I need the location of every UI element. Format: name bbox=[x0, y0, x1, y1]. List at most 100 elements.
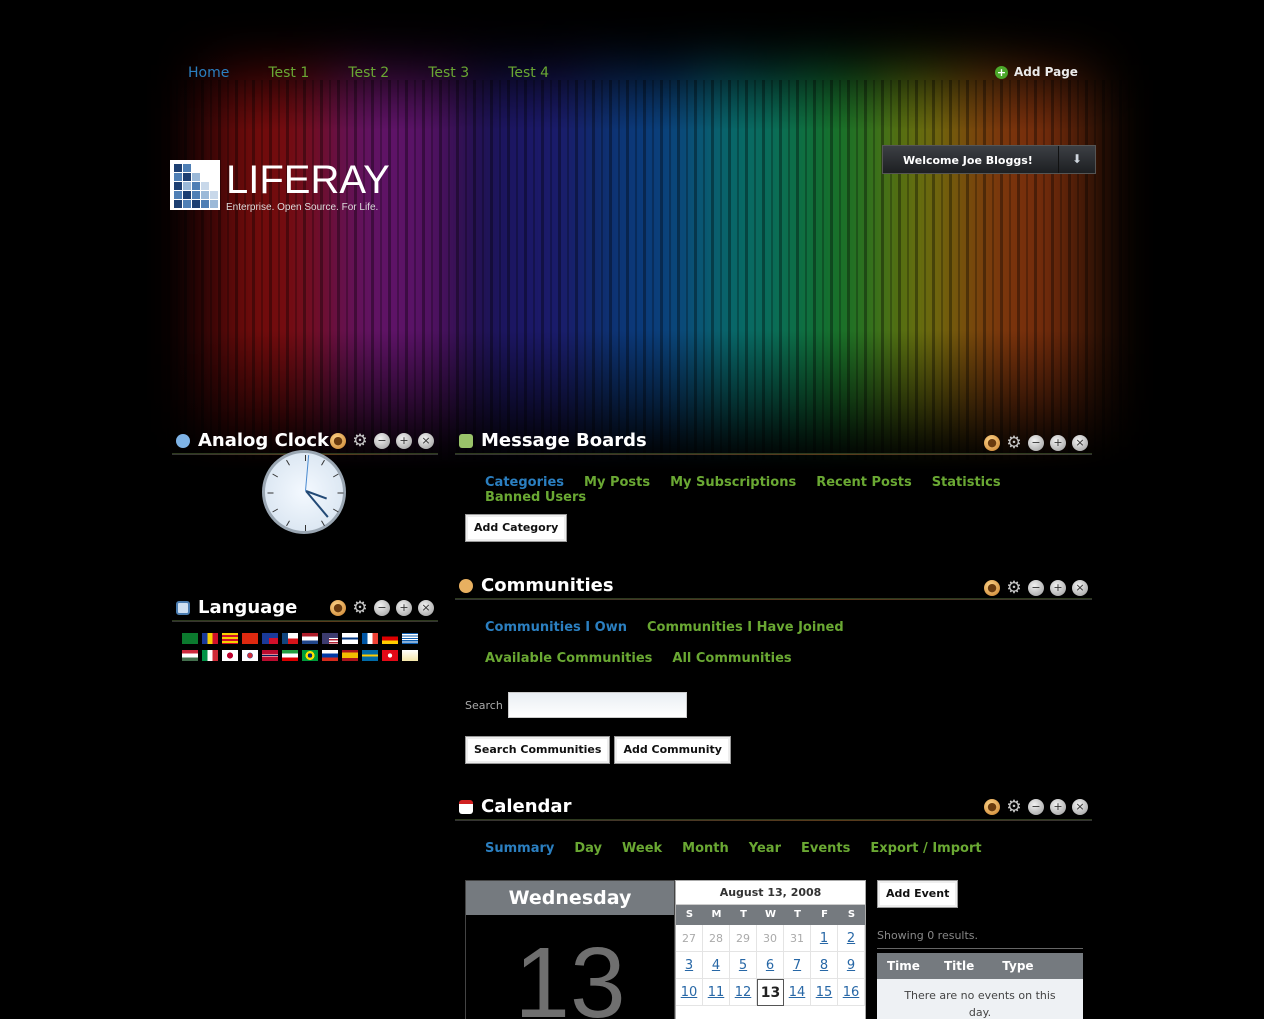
maximize-icon[interactable]: + bbox=[1050, 435, 1066, 451]
tab-month[interactable]: Month bbox=[682, 841, 729, 856]
calendar-day[interactable]: 2 bbox=[838, 925, 865, 952]
calendar-day[interactable]: 6 bbox=[757, 952, 784, 979]
close-icon[interactable]: × bbox=[1072, 799, 1088, 815]
nav-test-4[interactable]: Test 4 bbox=[508, 65, 549, 81]
calendar-day-today[interactable]: 13 bbox=[757, 979, 784, 1006]
tab-events[interactable]: Events bbox=[801, 841, 850, 856]
calendar-day[interactable]: 8 bbox=[811, 952, 838, 979]
flag-icon[interactable] bbox=[282, 633, 298, 644]
tab-my-posts[interactable]: My Posts bbox=[584, 475, 650, 490]
flag-icon[interactable] bbox=[182, 650, 198, 661]
minimize-icon[interactable]: − bbox=[374, 600, 390, 616]
tab-communities-i-own[interactable]: Communities I Own bbox=[485, 620, 627, 635]
flag-icon[interactable] bbox=[302, 650, 318, 661]
flag-icon[interactable] bbox=[362, 650, 378, 661]
tab-statistics[interactable]: Statistics bbox=[932, 475, 1001, 490]
flag-icon[interactable] bbox=[282, 650, 298, 661]
calendar-day[interactable]: 11 bbox=[703, 979, 730, 1006]
flag-icon[interactable] bbox=[262, 633, 278, 644]
welcome-dock[interactable]: Welcome Joe Bloggs! ⬇ bbox=[882, 145, 1096, 174]
add-page-button[interactable]: + Add Page bbox=[995, 65, 1078, 79]
flag-icon[interactable] bbox=[322, 633, 338, 644]
calendar-day[interactable]: 4 bbox=[703, 952, 730, 979]
look-and-feel-icon[interactable]: ● bbox=[984, 435, 1000, 451]
minimize-icon[interactable]: − bbox=[1028, 435, 1044, 451]
tab-categories[interactable]: Categories bbox=[485, 475, 564, 490]
configuration-gear-icon[interactable]: ⚙ bbox=[352, 433, 368, 450]
add-community-button[interactable]: Add Community bbox=[614, 736, 731, 764]
tab-day[interactable]: Day bbox=[574, 841, 602, 856]
configuration-gear-icon[interactable]: ⚙ bbox=[1006, 580, 1022, 597]
configuration-gear-icon[interactable]: ⚙ bbox=[1006, 435, 1022, 452]
calendar-day[interactable]: 5 bbox=[730, 952, 757, 979]
minimize-icon[interactable]: − bbox=[1028, 580, 1044, 596]
look-and-feel-icon[interactable]: ● bbox=[330, 600, 346, 616]
flag-icon[interactable] bbox=[342, 650, 358, 661]
look-and-feel-icon[interactable]: ● bbox=[984, 799, 1000, 815]
search-communities-button[interactable]: Search Communities bbox=[465, 736, 611, 764]
calendar-day[interactable]: 16 bbox=[838, 979, 865, 1006]
tab-recent-posts[interactable]: Recent Posts bbox=[816, 475, 912, 490]
calendar-day[interactable]: 3 bbox=[676, 952, 703, 979]
add-category-button[interactable]: Add Category bbox=[465, 514, 568, 542]
flag-icon[interactable] bbox=[222, 650, 238, 661]
tab-communities-i-have-joined[interactable]: Communities I Have Joined bbox=[647, 620, 844, 635]
calendar-day[interactable]: 12 bbox=[730, 979, 757, 1006]
flag-icon[interactable] bbox=[302, 633, 318, 644]
flag-icon[interactable] bbox=[382, 650, 398, 661]
look-and-feel-icon[interactable]: ● bbox=[330, 433, 346, 449]
tab-week[interactable]: Week bbox=[622, 841, 662, 856]
close-icon[interactable]: × bbox=[418, 433, 434, 449]
look-and-feel-icon[interactable]: ● bbox=[984, 580, 1000, 596]
nav-test-2[interactable]: Test 2 bbox=[348, 65, 389, 81]
calendar-day[interactable]: 14 bbox=[784, 979, 811, 1006]
close-icon[interactable]: × bbox=[418, 600, 434, 616]
nav-home[interactable]: Home bbox=[188, 65, 229, 81]
search-input[interactable] bbox=[507, 692, 687, 718]
maximize-icon[interactable]: + bbox=[1050, 799, 1066, 815]
flag-icon[interactable] bbox=[242, 650, 258, 661]
maximize-icon[interactable]: + bbox=[396, 600, 412, 616]
calendar-day[interactable]: 10 bbox=[676, 979, 703, 1006]
tab-all-communities[interactable]: All Communities bbox=[672, 651, 791, 666]
flag-icon[interactable] bbox=[362, 633, 378, 644]
flag-icon[interactable] bbox=[202, 650, 218, 661]
tab-year[interactable]: Year bbox=[749, 841, 781, 856]
flag-icon[interactable] bbox=[342, 633, 358, 644]
calendar-day[interactable]: 1 bbox=[811, 925, 838, 952]
tab-available-communities[interactable]: Available Communities bbox=[485, 651, 652, 666]
flag-icon[interactable] bbox=[222, 633, 238, 644]
column-type[interactable]: Type bbox=[974, 953, 1033, 979]
flag-icon[interactable] bbox=[262, 650, 278, 661]
language-icon bbox=[176, 600, 190, 615]
calendar-day[interactable]: 7 bbox=[784, 952, 811, 979]
maximize-icon[interactable]: + bbox=[396, 433, 412, 449]
add-event-button[interactable]: Add Event bbox=[877, 880, 959, 908]
tab-summary[interactable]: Summary bbox=[485, 841, 554, 856]
flag-icon[interactable] bbox=[182, 633, 198, 644]
flag-icon[interactable] bbox=[322, 650, 338, 661]
flag-icon[interactable] bbox=[202, 633, 218, 644]
maximize-icon[interactable]: + bbox=[1050, 580, 1066, 596]
nav-test-1[interactable]: Test 1 bbox=[268, 65, 309, 81]
calendar-day[interactable]: 9 bbox=[838, 952, 865, 979]
minimize-icon[interactable]: − bbox=[1028, 799, 1044, 815]
tab-my-subscriptions[interactable]: My Subscriptions bbox=[670, 475, 796, 490]
liferay-logo[interactable]: LIFERAY Enterprise. Open Source. For Lif… bbox=[170, 160, 390, 213]
flag-icon[interactable] bbox=[402, 633, 418, 644]
configuration-gear-icon[interactable]: ⚙ bbox=[352, 600, 368, 617]
flag-icon[interactable] bbox=[382, 633, 398, 644]
minimize-icon[interactable]: − bbox=[374, 433, 390, 449]
nav-test-3[interactable]: Test 3 bbox=[428, 65, 469, 81]
column-time[interactable]: Time bbox=[877, 953, 920, 979]
configuration-gear-icon[interactable]: ⚙ bbox=[1006, 799, 1022, 816]
tab-export-import[interactable]: Export / Import bbox=[870, 841, 981, 856]
tab-banned-users[interactable]: Banned Users bbox=[485, 490, 586, 505]
close-icon[interactable]: × bbox=[1072, 580, 1088, 596]
column-title[interactable]: Title bbox=[920, 953, 974, 979]
flag-icon[interactable] bbox=[402, 650, 418, 661]
flag-icon[interactable] bbox=[242, 633, 258, 644]
calendar-day[interactable]: 15 bbox=[811, 979, 838, 1006]
close-icon[interactable]: × bbox=[1072, 435, 1088, 451]
dock-chevron-icon[interactable]: ⬇ bbox=[1058, 146, 1095, 173]
